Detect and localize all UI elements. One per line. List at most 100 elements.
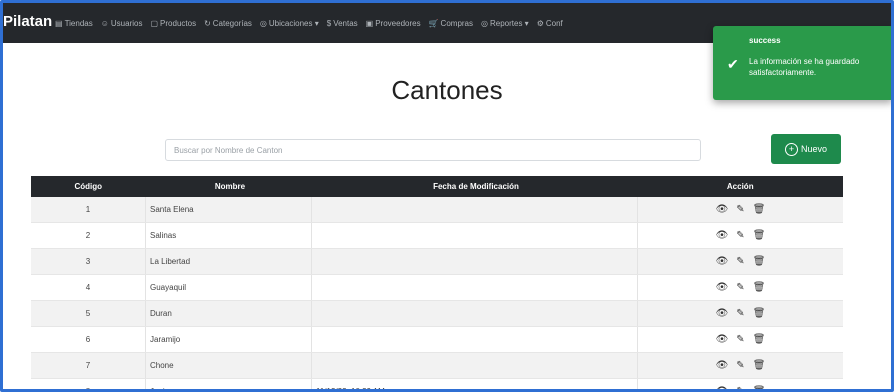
view-icon[interactable]: 👁	[716, 230, 729, 241]
nav-item-ventas[interactable]: $ Ventas	[327, 19, 358, 28]
cell-name: Salinas	[145, 222, 312, 249]
trash-icon[interactable]: 🗑	[753, 308, 766, 319]
nav-label: Reportes ▾	[489, 18, 529, 28]
cell-date	[311, 222, 638, 249]
cell-name: Santa Elena	[145, 197, 312, 223]
cell-actions: 👁 ✎ 🗑	[637, 197, 843, 223]
trash-icon[interactable]: 🗑	[753, 230, 766, 241]
cell-name: Chone	[145, 352, 312, 379]
brand-logo[interactable]: Pilatan	[3, 13, 52, 30]
gear-icon: ⚙	[536, 18, 544, 28]
cell-actions: 👁 ✎ 🗑	[637, 222, 843, 249]
new-button-label: Nuevo	[800, 144, 827, 154]
report-icon: ◎	[481, 18, 488, 28]
cell-code: 5	[31, 300, 146, 327]
nav-item-configuracion[interactable]: ⚙ Conf	[537, 19, 563, 28]
trash-icon[interactable]: 🗑	[753, 256, 766, 267]
trash-icon[interactable]: 🗑	[753, 334, 766, 345]
cell-name: Duran	[145, 300, 312, 327]
view-icon[interactable]: 👁	[716, 308, 729, 319]
cell-actions: 👁 ✎ 🗑	[637, 378, 843, 389]
cell-code: 3	[31, 248, 146, 275]
cell-date	[311, 248, 638, 275]
users-icon: ☺	[100, 18, 109, 28]
trash-icon[interactable]: 🗑	[753, 204, 766, 215]
view-icon[interactable]: 👁	[716, 360, 729, 371]
nav-label: Productos	[160, 18, 197, 28]
nav-item-productos[interactable]: ▢ Productos	[150, 19, 196, 28]
edit-icon[interactable]: ✎	[736, 204, 744, 215]
table-row: 2 Salinas 👁 ✎ 🗑	[31, 222, 843, 249]
store-icon: ▤	[55, 18, 63, 28]
trash-icon[interactable]: 🗑	[753, 360, 766, 371]
nav-label: Usuarios	[110, 18, 143, 28]
header-action: Acción	[637, 176, 843, 197]
nav-label: Categorías	[212, 18, 252, 28]
nav-item-proveedores[interactable]: ▣ Proveedores	[366, 19, 421, 28]
table-row: 3 La Libertad 👁 ✎ 🗑	[31, 248, 843, 275]
trash-icon[interactable]: 🗑	[753, 386, 766, 389]
nav-item-usuarios[interactable]: ☺ Usuarios	[101, 19, 143, 28]
view-icon[interactable]: 👁	[716, 334, 729, 345]
table-header-row: Código Nombre Fecha de Modificación Acci…	[31, 176, 843, 197]
cell-date	[311, 300, 638, 327]
cell-code: 8	[31, 378, 146, 389]
edit-icon[interactable]: ✎	[736, 230, 744, 241]
nav-item-categorias[interactable]: ↻ Categorías	[204, 19, 252, 28]
cell-actions: 👁 ✎ 🗑	[637, 352, 843, 379]
view-icon[interactable]: 👁	[716, 386, 729, 389]
nav-item-ubicaciones[interactable]: ◎ Ubicaciones ▾	[260, 19, 319, 28]
cell-code: 4	[31, 274, 146, 301]
nav-label: Tiendas	[64, 18, 93, 28]
edit-icon[interactable]: ✎	[736, 256, 744, 267]
cell-name: Junin	[145, 378, 312, 389]
cell-date	[311, 197, 638, 223]
refresh-icon: ↻	[204, 18, 211, 28]
truck-icon: ▣	[365, 18, 374, 28]
table-row: 4 Guayaquil 👁 ✎ 🗑	[31, 274, 843, 301]
edit-icon[interactable]: ✎	[736, 360, 744, 371]
cell-code: 6	[31, 326, 146, 353]
header-name[interactable]: Nombre	[145, 176, 312, 197]
nav-menu: ▤ Tiendas ☺ Usuarios ▢ Productos ↻ Categoría…	[55, 3, 563, 43]
cell-name: La Libertad	[145, 248, 312, 275]
cell-code: 7	[31, 352, 146, 379]
view-icon[interactable]: 👁	[716, 256, 729, 267]
table-row: 8 Junin 11/13/22, 10:39 AM 👁 ✎ 🗑	[31, 378, 843, 389]
cantones-table: Código Nombre Fecha de Modificación Acci…	[31, 176, 843, 389]
nav-label: Ventas	[333, 18, 358, 28]
cell-code: 1	[31, 197, 146, 223]
search-input[interactable]	[165, 139, 701, 161]
cell-actions: 👁 ✎ 🗑	[637, 274, 843, 301]
cell-code: 2	[31, 222, 146, 249]
success-toast[interactable]: success ✔ La información se ha guardado …	[713, 26, 891, 100]
cell-actions: 👁 ✎ 🗑	[637, 326, 843, 353]
nav-item-compras[interactable]: 🛒 Compras	[429, 19, 473, 28]
view-icon[interactable]: 👁	[716, 204, 729, 215]
nav-label: Compras	[440, 18, 473, 28]
dollar-icon: $	[326, 18, 332, 28]
cell-name: Guayaquil	[145, 274, 312, 301]
nav-label: Ubicaciones ▾	[268, 18, 319, 28]
nav-item-reportes[interactable]: ◎ Reportes ▾	[481, 19, 529, 28]
header-code[interactable]: Código	[31, 176, 146, 197]
cell-name: Jaramijo	[145, 326, 312, 353]
cell-date	[311, 352, 638, 379]
edit-icon[interactable]: ✎	[736, 334, 744, 345]
nav-item-tiendas[interactable]: ▤ Tiendas	[55, 19, 93, 28]
plus-circle-icon: +	[784, 142, 798, 156]
header-date[interactable]: Fecha de Modificación	[311, 176, 638, 197]
cell-date: 11/13/22, 10:39 AM	[311, 378, 638, 389]
box-icon: ▢	[150, 18, 159, 28]
table-row: 1 Santa Elena 👁 ✎ 🗑	[31, 197, 843, 223]
edit-icon[interactable]: ✎	[736, 308, 744, 319]
edit-icon[interactable]: ✎	[736, 386, 744, 389]
checkmark-icon: ✔	[727, 56, 739, 72]
trash-icon[interactable]: 🗑	[753, 282, 766, 293]
edit-icon[interactable]: ✎	[736, 282, 744, 293]
new-button[interactable]: + Nuevo	[771, 134, 841, 164]
toast-title: success	[749, 36, 781, 45]
cell-date	[311, 274, 638, 301]
view-icon[interactable]: 👁	[716, 282, 729, 293]
cart-icon: 🛒	[428, 18, 439, 28]
